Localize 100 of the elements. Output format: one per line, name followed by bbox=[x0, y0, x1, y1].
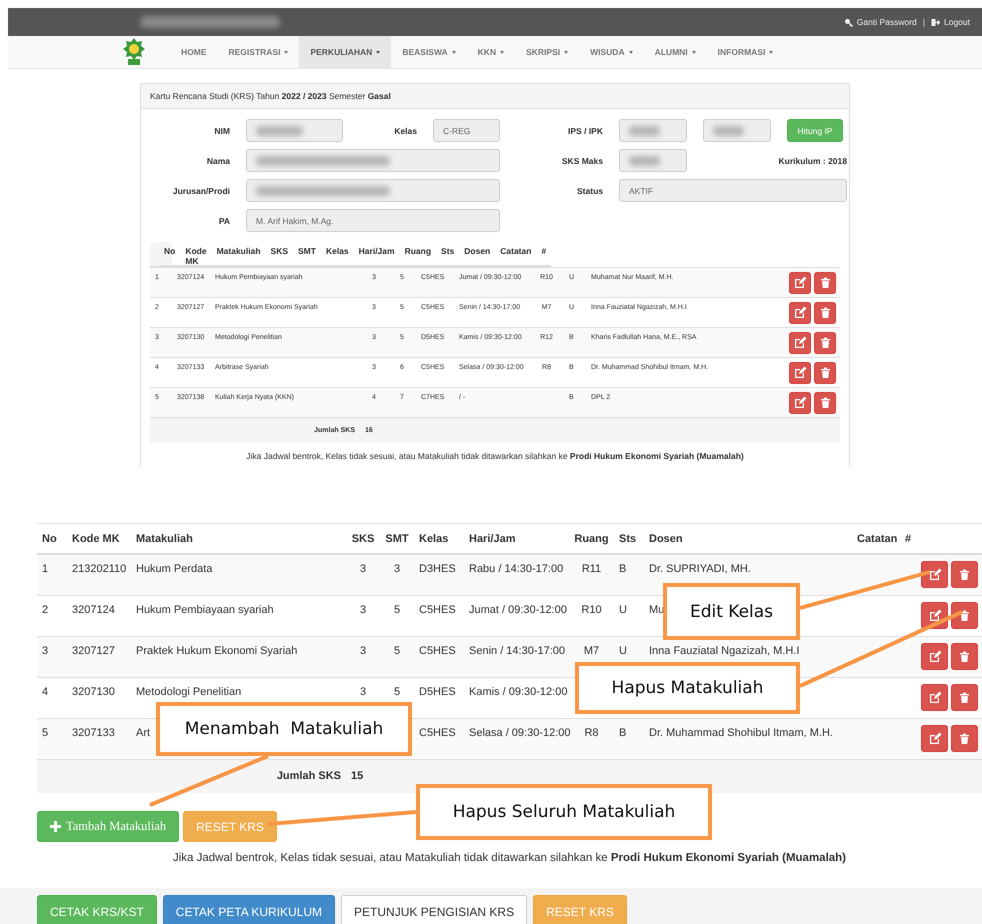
table-cell: 3 bbox=[360, 686, 366, 698]
edit-icon bbox=[793, 396, 807, 410]
nav-menu-item[interactable]: REGISTRASI bbox=[218, 36, 300, 68]
table-cell: Dr. SUPRIYADI, MH. bbox=[649, 563, 751, 575]
trash-icon bbox=[958, 650, 971, 663]
table-cell: 3207133 bbox=[72, 726, 115, 738]
table-cell: 4 bbox=[42, 686, 48, 698]
table-cell: R11 bbox=[582, 563, 602, 575]
field-label: NIM bbox=[213, 126, 230, 136]
field-label: Nama bbox=[206, 156, 230, 166]
table-cell: Inna Fauziatal Ngazizah, M.H.I bbox=[649, 644, 800, 656]
delete-button[interactable] bbox=[951, 602, 978, 629]
nav-menu-item[interactable]: ALUMNI bbox=[644, 36, 707, 68]
nav-menu-item[interactable]: KKN bbox=[466, 36, 516, 68]
delete-button[interactable] bbox=[814, 392, 836, 414]
add-course-button[interactable]: Tambah Matakuliah bbox=[37, 811, 180, 842]
table-cell: Art bbox=[136, 726, 150, 738]
table-cell: Hukum Perdata bbox=[136, 563, 212, 575]
edit-icon bbox=[928, 608, 942, 622]
total-value: 15 bbox=[351, 770, 364, 782]
table-cell: C5HES bbox=[419, 644, 456, 656]
info-text: Jika Jadwal bentrok, Kelas tidak sesuai, atau Matakuliah tidak ditawarkan silahkan ke Prodi Hukum Ekonomi Syariah (Muamalah) bbox=[245, 450, 745, 460]
callout-label: Hapus Matakuliah bbox=[575, 662, 800, 714]
table-cell: 3 bbox=[394, 563, 400, 575]
field-label: IPS / IPK bbox=[567, 126, 603, 136]
table-cell: 2 bbox=[42, 604, 48, 616]
edit-button[interactable] bbox=[789, 362, 811, 384]
nav-menu-item[interactable]: BEASISWA bbox=[391, 36, 467, 68]
edit-button[interactable] bbox=[921, 643, 948, 670]
key-icon bbox=[844, 18, 853, 26]
edit-icon bbox=[793, 366, 807, 380]
edit-button[interactable] bbox=[789, 392, 811, 414]
callout-label: Hapus Seluruh Matakuliah bbox=[416, 784, 712, 840]
table-cell: C5HES bbox=[419, 604, 456, 616]
table-cell: B bbox=[619, 726, 626, 738]
table-cell: B bbox=[619, 563, 626, 575]
input-field: C-REG bbox=[433, 119, 500, 142]
panel-heading: Kartu Rencana Studi (KRS) Tahun 2022 / 2023 Semester Gasal bbox=[150, 91, 391, 101]
nav-menu-item[interactable]: SKRIPSI bbox=[515, 36, 580, 68]
nav-menu-item[interactable]: WISUDA bbox=[579, 36, 644, 68]
edit-button[interactable] bbox=[921, 561, 948, 588]
nav-menu-item[interactable]: INFORMASI bbox=[706, 36, 784, 68]
delete-button[interactable] bbox=[951, 643, 978, 670]
table-cell: U bbox=[619, 604, 627, 616]
delete-button[interactable] bbox=[814, 302, 836, 324]
header-link[interactable]: Ganti Password bbox=[844, 17, 917, 27]
trash-icon bbox=[958, 691, 971, 704]
total-label: Jumlah SKS bbox=[276, 770, 341, 782]
field-label: Jurusan/Prodi bbox=[172, 186, 230, 196]
separator: | bbox=[922, 17, 925, 27]
nav-menu-item[interactable]: PERKULIAHAN bbox=[299, 36, 392, 68]
delete-button[interactable] bbox=[951, 684, 978, 711]
edit-button[interactable] bbox=[789, 302, 811, 324]
table-cell: Kamis / 09:30-12:00 bbox=[469, 686, 568, 698]
delete-button[interactable] bbox=[814, 272, 836, 294]
info-text: Jika Jadwal bentrok, Kelas tidak sesuai, atau Matakuliah tidak ditawarkan silahkan ke Prodi Hukum Ekonomi Syariah (Muamalah) bbox=[172, 852, 848, 866]
edit-button[interactable] bbox=[921, 684, 948, 711]
trash-icon bbox=[818, 276, 832, 289]
calculate-button[interactable]: Hitung IP bbox=[787, 119, 843, 142]
exit-icon bbox=[931, 18, 940, 26]
nav-menu-item[interactable]: HOME bbox=[170, 36, 218, 68]
trash-icon bbox=[818, 366, 832, 379]
delete-button[interactable] bbox=[814, 362, 836, 384]
table-cell: 3207130 bbox=[72, 686, 115, 698]
table-cell: Dr. Muhammad Shohibul Itmam, M.H. bbox=[649, 726, 834, 738]
input-field: AKTIF bbox=[619, 179, 847, 202]
header-link[interactable]: Logout bbox=[931, 17, 970, 27]
footer-button[interactable]: CETAK PETA KURIKULUM bbox=[162, 895, 336, 924]
table-cell: 3 bbox=[360, 563, 366, 575]
trash-icon bbox=[818, 396, 832, 409]
footer-button[interactable]: PETUNJUK PENGISIAN KRS bbox=[341, 895, 528, 924]
trash-icon bbox=[818, 306, 832, 319]
edit-icon bbox=[793, 336, 807, 350]
table-cell: Hukum Pembiayaan syariah bbox=[136, 604, 274, 616]
edit-icon bbox=[793, 276, 807, 290]
callout-label: Edit Kelas bbox=[663, 583, 800, 640]
delete-button[interactable] bbox=[951, 561, 978, 588]
table-cell: 1 bbox=[42, 563, 48, 575]
table-cell: 3 bbox=[360, 604, 366, 616]
table-cell: 3 bbox=[360, 644, 366, 656]
edit-button[interactable] bbox=[921, 725, 948, 752]
field-label: PA bbox=[218, 216, 230, 226]
curriculum-label: Kurikulum : 2018 bbox=[778, 156, 847, 166]
edit-button[interactable] bbox=[789, 272, 811, 294]
table-cell: 213202110 bbox=[72, 563, 126, 575]
table-cell: 5 bbox=[394, 644, 400, 656]
trash-icon bbox=[958, 732, 971, 745]
delete-button[interactable] bbox=[814, 332, 836, 354]
delete-button[interactable] bbox=[951, 725, 978, 752]
table-cell: Praktek Hukum Ekonomi Syariah bbox=[136, 644, 298, 656]
edit-icon bbox=[928, 732, 942, 746]
edit-button[interactable] bbox=[789, 332, 811, 354]
trash-icon bbox=[958, 568, 971, 582]
footer-button[interactable]: CETAK KRS/KST bbox=[37, 895, 157, 924]
callout-label: Menambah Matakuliah bbox=[156, 702, 412, 756]
table-cell: Rabu / 14:30-17:00 bbox=[469, 563, 564, 575]
table-cell: R10 bbox=[581, 604, 602, 616]
table-cell: 3 bbox=[42, 644, 48, 656]
edit-icon bbox=[928, 690, 942, 704]
table-cell: 3207127 bbox=[72, 644, 115, 656]
